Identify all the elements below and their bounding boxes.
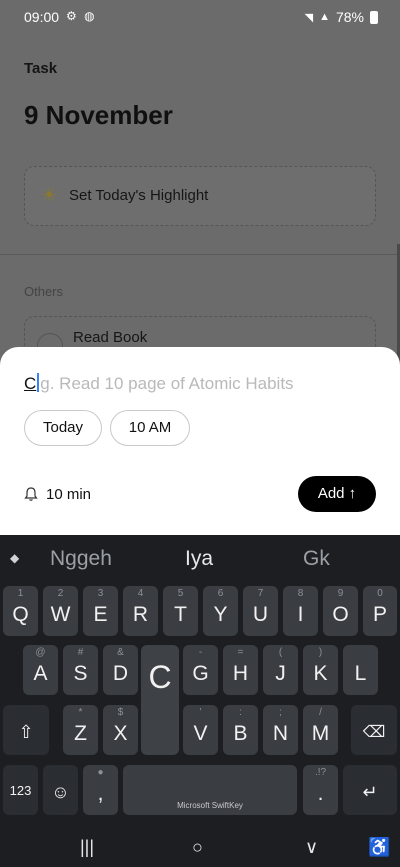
sun-icon: ☀ <box>41 185 58 205</box>
add-button[interactable]: Add ↑ <box>298 476 376 512</box>
accessibility-icon[interactable]: ♿ <box>368 837 390 858</box>
key-b[interactable]: :B <box>223 705 258 755</box>
task-input[interactable]: Cg. Read 10 page of Atomic Habits <box>24 373 294 394</box>
comma-key[interactable]: ●, <box>83 765 118 815</box>
highlight-card[interactable]: ☀ Set Today's Highlight <box>24 166 376 226</box>
key-l[interactable]: L <box>343 645 378 695</box>
key-m[interactable]: / M <box>303 705 338 755</box>
date-heading: 9 November <box>24 100 173 130</box>
keyboard: ◆ Nggeh Iya Gk 1Q 2W 3E 4R 5T 6Y 7U 8I 9… <box>0 535 400 829</box>
bell-icon <box>24 487 38 501</box>
key-i[interactable]: 8I <box>283 586 318 636</box>
highlight-label: Set Today's Highlight <box>69 187 209 204</box>
key-g[interactable]: -G <box>183 645 218 695</box>
key-o[interactable]: 9O <box>323 586 358 636</box>
date-chip[interactable]: Today <box>24 410 102 446</box>
status-time: 09:00 <box>24 9 60 25</box>
battery-icon <box>370 10 378 24</box>
divider <box>0 254 400 255</box>
enter-icon: ↵ <box>362 782 378 802</box>
key-q[interactable]: 1Q <box>3 586 38 636</box>
reminder-label: 10 min <box>46 486 92 503</box>
key-e[interactable]: 3E <box>83 586 118 636</box>
key-n[interactable]: ; N <box>263 705 298 755</box>
notification-icons: ⚙ ◍ <box>66 9 97 23</box>
numbers-key[interactable]: 123 <box>3 765 38 815</box>
key-x[interactable]: $ X <box>103 705 138 755</box>
suggestion-1[interactable]: Nggeh <box>50 547 112 571</box>
back-icon[interactable]: ∨ <box>305 837 318 858</box>
suggestion-2[interactable]: Iya <box>185 547 213 571</box>
recents-icon[interactable]: ||| <box>80 837 94 858</box>
section-label: Others <box>24 284 64 299</box>
key-s[interactable]: # S <box>63 645 98 695</box>
task-label: Read Book <box>73 329 148 346</box>
backspace-key[interactable]: ⌫ <box>351 705 397 755</box>
suggestion-bar: ◆ Nggeh Iya Gk <box>0 535 400 583</box>
chevron-icon[interactable]: ◆ <box>10 551 19 565</box>
typed-text: C <box>24 374 37 393</box>
key-a[interactable]: @ A <box>23 645 58 695</box>
system-nav-bar: ||| ○ ∨ ♿ <box>0 829 400 867</box>
status-right: ◥ ▲ 78% <box>305 9 378 25</box>
emoji-key[interactable]: ☺ <box>43 765 78 815</box>
reminder-setting[interactable]: 10 min <box>24 486 91 503</box>
status-bar: 09:00 ⚙ ◍ ◥ ▲ 78% <box>0 0 400 34</box>
backspace-icon: ⌫ <box>362 724 386 741</box>
suggestion-3[interactable]: Gk <box>303 547 330 571</box>
enter-key[interactable]: ↵ <box>343 765 397 815</box>
text-caret <box>37 373 40 392</box>
battery-percent: 78% <box>335 9 364 25</box>
key-d[interactable]: & D <box>103 645 138 695</box>
screen: 09:00 ⚙ ◍ ◥ ▲ 78% Task 9 November ☀ Set … <box>0 0 400 867</box>
time-chip[interactable]: 10 AM <box>110 410 190 446</box>
key-u[interactable]: 7U <box>243 586 278 636</box>
space-key[interactable]: Microsoft SwiftKey <box>123 765 297 815</box>
mic-icon: ● <box>97 767 104 778</box>
signal-icon: ▲ <box>319 11 330 23</box>
key-v[interactable]: ' V <box>183 705 218 755</box>
key-w[interactable]: 2W <box>43 586 78 636</box>
shift-icon: ⇧ <box>18 722 34 742</box>
key-y[interactable]: 6Y <box>203 586 238 636</box>
shift-key[interactable]: ⇧ <box>3 705 49 755</box>
key-t[interactable]: 5T <box>163 586 198 636</box>
key-r[interactable]: 4R <box>123 586 158 636</box>
input-placeholder: g. Read 10 page of Atomic Habits <box>40 374 294 393</box>
key-c-pressed[interactable]: C <box>141 645 179 755</box>
key-z[interactable]: * Z <box>63 705 98 755</box>
key-h[interactable]: = H <box>223 645 258 695</box>
key-p[interactable]: 0P <box>363 586 397 636</box>
page-title: Task <box>24 60 58 77</box>
emoji-icon: ☺ <box>51 782 70 802</box>
home-icon[interactable]: ○ <box>192 837 203 858</box>
key-j[interactable]: (J <box>263 645 298 695</box>
add-task-sheet: Cg. Read 10 page of Atomic Habits Today … <box>0 347 400 535</box>
key-k[interactable]: ) K <box>303 645 338 695</box>
period-key[interactable]: .!?. <box>303 765 338 815</box>
wifi-icon: ◥ <box>304 11 314 24</box>
